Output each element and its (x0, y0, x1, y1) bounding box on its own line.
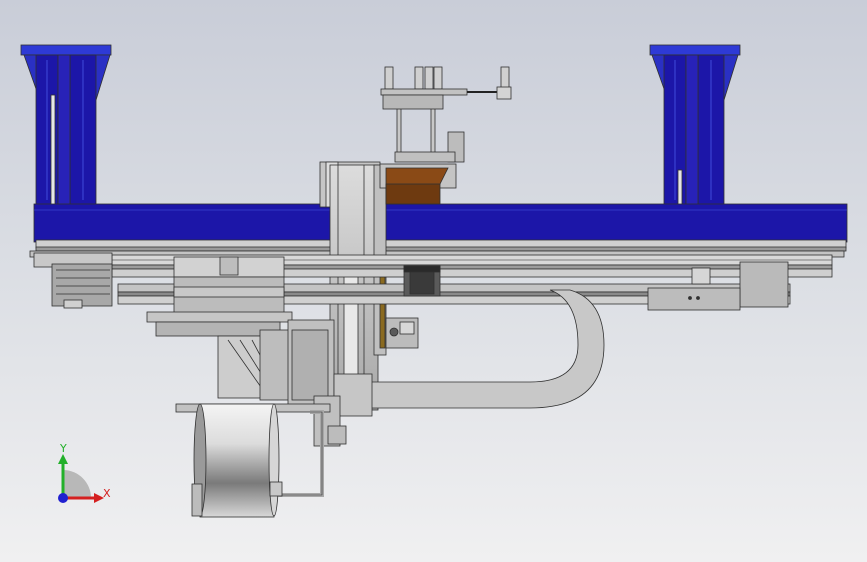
beam-mounting-plate (29, 239, 847, 258)
cable-drag-chain (369, 289, 605, 409)
horizontal-carriage (173, 256, 285, 314)
triad-quadrant (63, 470, 91, 498)
y-axis-label: Y (59, 442, 67, 455)
main-crossbeam (33, 203, 848, 243)
left-drive-motor (33, 252, 113, 309)
assembly-drawing: Y X (20, 44, 848, 518)
roller-drum (191, 403, 280, 518)
left-support-leg (20, 44, 112, 206)
bronze-slider-block (379, 163, 457, 205)
stepper-motor (385, 265, 441, 349)
coordinate-triad: Y X (58, 442, 111, 503)
cad-viewport[interactable]: Y X (0, 0, 867, 562)
x-axis-label: X (103, 487, 111, 500)
right-support-leg (649, 44, 741, 206)
z-axis-dot (58, 493, 68, 503)
top-cylinder-assembly (380, 66, 512, 163)
